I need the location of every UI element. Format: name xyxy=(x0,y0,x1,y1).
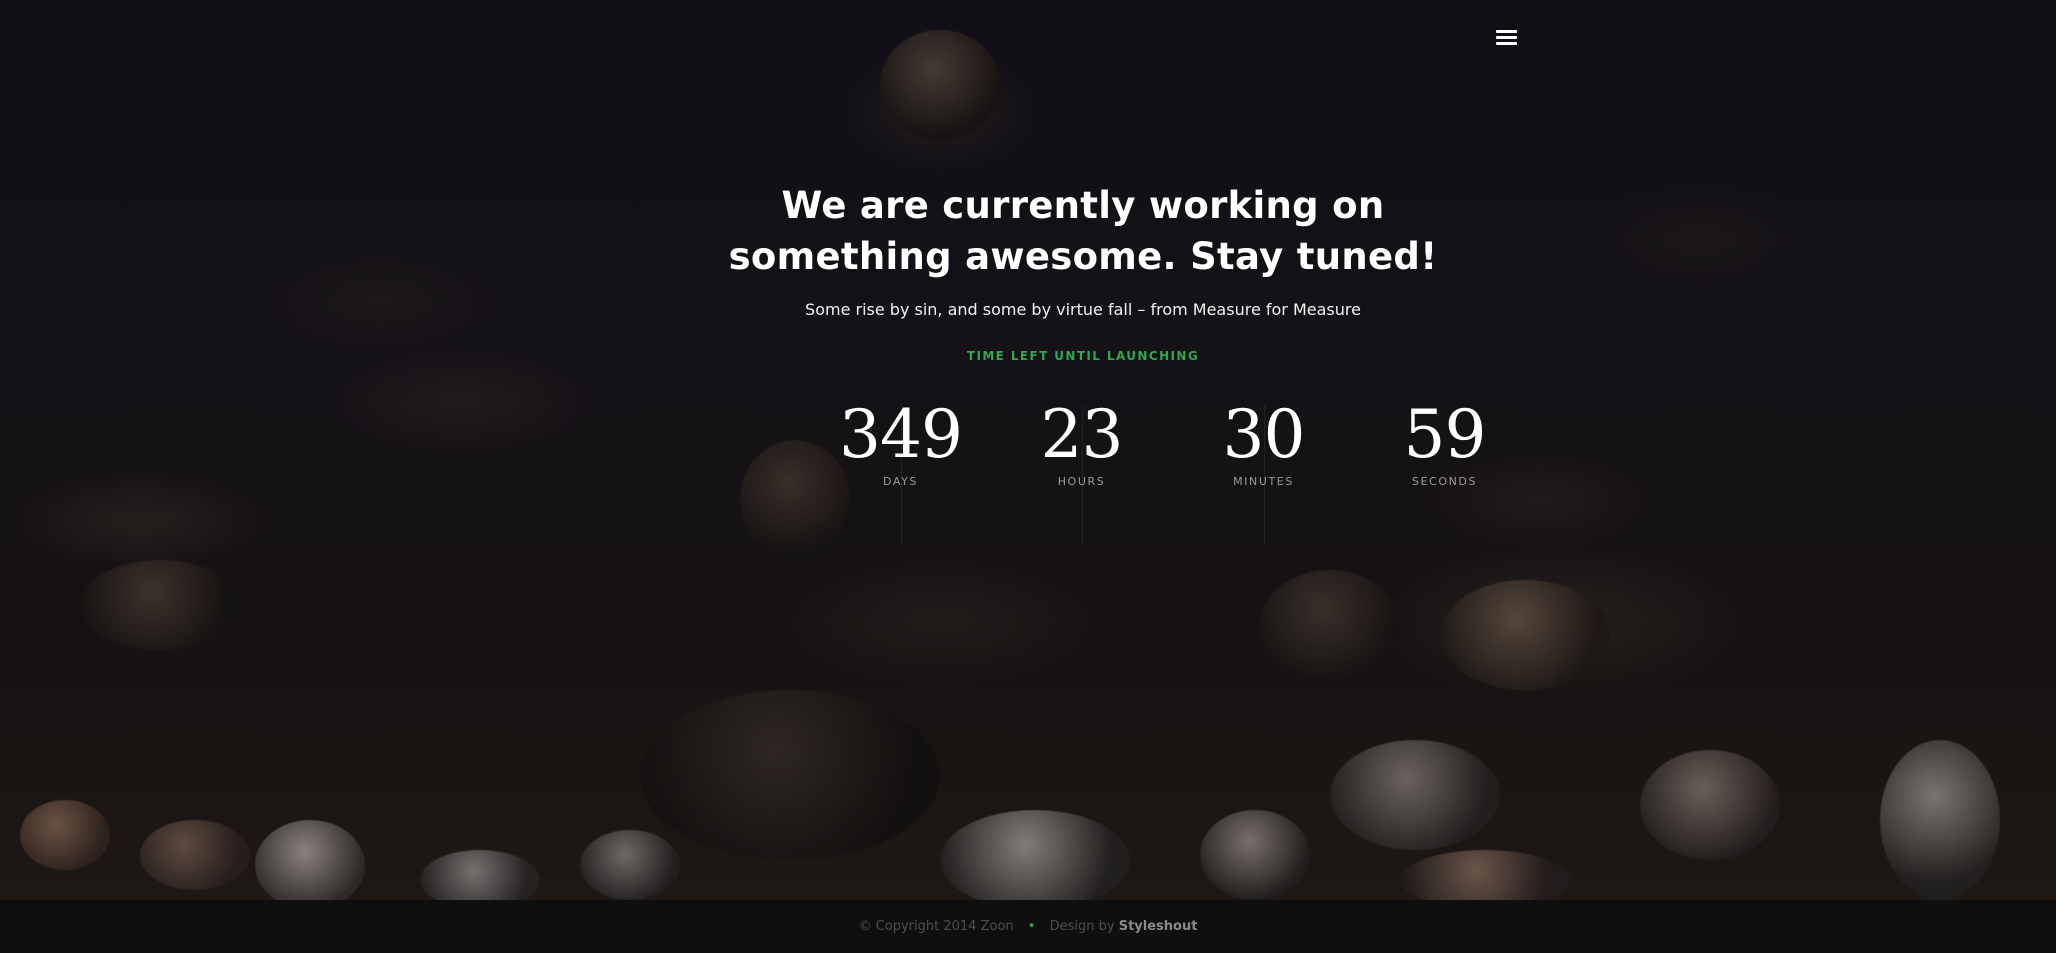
main-content: We are currently working on something aw… xyxy=(628,180,1538,545)
page-footer: © Copyright 2014 Zoon • Design by Styles… xyxy=(0,900,2056,953)
menu-bar xyxy=(1496,36,1517,39)
time-left-label: TIME LEFT UNTIL LAUNCHING xyxy=(966,349,1200,363)
footer-separator: • xyxy=(1027,919,1036,934)
page-headline: We are currently working on something aw… xyxy=(628,180,1538,282)
styleshout-link[interactable]: Styleshout xyxy=(1119,919,1198,934)
headline-line-2: something awesome. Stay tuned! xyxy=(728,235,1438,278)
menu-bar xyxy=(1496,30,1517,33)
menu-bar xyxy=(1496,42,1517,45)
countdown-divider xyxy=(901,405,902,545)
subtitle-quote: Some rise by sin, and some by virtue fal… xyxy=(805,300,1361,319)
countdown-unit: SECONDS xyxy=(1411,475,1478,488)
headline-line-1: We are currently working on xyxy=(781,184,1385,227)
countdown-divider xyxy=(1264,405,1265,545)
countdown-divider xyxy=(1082,405,1083,545)
hamburger-menu-icon[interactable] xyxy=(1494,26,1520,50)
countdown-timer: 349 DAYS 23 HOURS 30 MINUTES 59 SECONDS xyxy=(628,395,1538,545)
copyright-text: © Copyright 2014 Zoon xyxy=(858,919,1014,934)
design-by-label: Design by xyxy=(1049,919,1115,934)
countdown-seconds: 59 SECONDS xyxy=(1354,395,1535,545)
countdown-value: 59 xyxy=(1403,396,1487,473)
